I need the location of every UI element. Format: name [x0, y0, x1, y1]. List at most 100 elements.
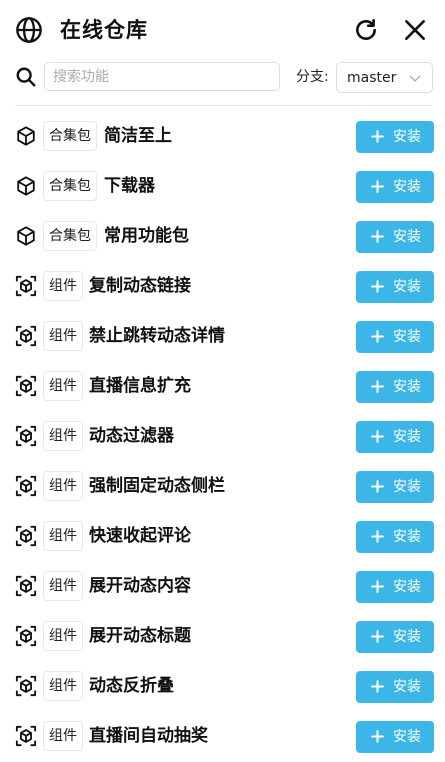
- type-tag: 合集包: [43, 121, 97, 151]
- list-item: 组件 复制动态链接 安装: [0, 262, 445, 312]
- install-label: 安装: [393, 629, 421, 645]
- package-icon: [15, 125, 37, 147]
- component-icon: [15, 325, 37, 347]
- plus-icon: [371, 330, 384, 343]
- install-label: 安装: [393, 679, 421, 695]
- type-tag: 组件: [43, 721, 83, 751]
- plus-icon: [371, 430, 384, 443]
- plus-icon: [371, 680, 384, 693]
- list-item: 合集包 常用功能包 安装: [0, 212, 445, 262]
- list-item: 组件 展开动态标题 安装: [0, 612, 445, 662]
- plus-icon: [371, 280, 384, 293]
- globe-icon: [16, 17, 42, 43]
- plus-icon: [371, 230, 384, 243]
- list-item: 组件 动态过滤器 安装: [0, 412, 445, 462]
- type-tag: 合集包: [43, 221, 97, 251]
- type-tag: 组件: [43, 621, 83, 651]
- install-label: 安装: [393, 579, 421, 595]
- component-icon: [15, 425, 37, 447]
- component-icon: [15, 625, 37, 647]
- install-label: 安装: [393, 379, 421, 395]
- header: 在线仓库: [0, 0, 445, 60]
- item-name: 常用功能包: [104, 226, 189, 246]
- type-tag: 组件: [43, 371, 83, 401]
- item-name: 动态反折叠: [89, 676, 174, 696]
- install-button[interactable]: 安装: [356, 671, 434, 703]
- install-button[interactable]: 安装: [356, 521, 434, 553]
- component-icon: [15, 575, 37, 597]
- type-tag: 组件: [43, 321, 83, 351]
- item-name: 复制动态链接: [89, 276, 191, 296]
- plus-icon: [371, 630, 384, 643]
- type-tag: 组件: [43, 571, 83, 601]
- branch-value: master: [347, 70, 397, 86]
- type-tag: 组件: [43, 671, 83, 701]
- item-name: 快速收起评论: [89, 526, 191, 546]
- list-item: 组件 动态反折叠 安装: [0, 662, 445, 712]
- type-tag: 合集包: [43, 171, 97, 201]
- component-icon: [15, 275, 37, 297]
- install-button[interactable]: 安装: [356, 621, 434, 653]
- item-list: 合集包 简洁至上 安装 合集包 下载器 安装 合集包 常用功能包 安装 组件 复制动态链接 安装 组件禁…: [0, 112, 445, 762]
- page-title: 在线仓库: [60, 18, 148, 42]
- install-label: 安装: [393, 479, 421, 495]
- component-icon: [15, 525, 37, 547]
- search-icon: [16, 67, 36, 87]
- install-button[interactable]: 安装: [356, 321, 434, 353]
- list-item: 组件 展开动态内容 安装: [0, 562, 445, 612]
- chevron-down-icon: [409, 75, 421, 82]
- type-tag: 组件: [43, 271, 83, 301]
- component-icon: [15, 675, 37, 697]
- install-button[interactable]: 安装: [356, 371, 434, 403]
- install-label: 安装: [393, 179, 421, 195]
- item-name: 展开动态内容: [89, 576, 191, 596]
- branch-select[interactable]: master: [336, 62, 433, 93]
- plus-icon: [371, 380, 384, 393]
- list-item: 组件 快速收起评论 安装: [0, 512, 445, 562]
- install-button[interactable]: 安装: [356, 721, 434, 753]
- install-button[interactable]: 安装: [356, 271, 434, 303]
- item-name: 动态过滤器: [89, 426, 174, 446]
- item-name: 强制固定动态侧栏: [89, 476, 225, 496]
- list-item: 组件 直播间自动抽奖 安装: [0, 712, 445, 762]
- plus-icon: [371, 580, 384, 593]
- install-label: 安装: [393, 529, 421, 545]
- list-item: 合集包 简洁至上 安装: [0, 112, 445, 162]
- install-button[interactable]: 安装: [356, 171, 434, 203]
- component-icon: [15, 475, 37, 497]
- install-label: 安装: [393, 429, 421, 445]
- install-label: 安装: [393, 279, 421, 295]
- install-label: 安装: [393, 329, 421, 345]
- plus-icon: [371, 730, 384, 743]
- item-name: 禁止跳转动态详情: [89, 326, 225, 346]
- item-name: 简洁至上: [104, 126, 172, 146]
- plus-icon: [371, 180, 384, 193]
- type-tag: 组件: [43, 421, 83, 451]
- list-item: 组件 禁止跳转动态详情 安装: [0, 312, 445, 362]
- package-icon: [15, 225, 37, 247]
- list-item: 合集包 下载器 安装: [0, 162, 445, 212]
- install-button[interactable]: 安装: [356, 471, 434, 503]
- plus-icon: [371, 530, 384, 543]
- plus-icon: [371, 130, 384, 143]
- install-button[interactable]: 安装: [356, 571, 434, 603]
- list-item: 组件 直播信息扩充 安装: [0, 362, 445, 412]
- install-label: 安装: [393, 129, 421, 145]
- install-button[interactable]: 安装: [356, 221, 434, 253]
- item-name: 展开动态标题: [89, 626, 191, 646]
- type-tag: 组件: [43, 471, 83, 501]
- refresh-icon[interactable]: [353, 17, 379, 43]
- install-label: 安装: [393, 229, 421, 245]
- search-input[interactable]: [44, 62, 280, 91]
- branch-label: 分支:: [296, 69, 329, 85]
- item-name: 下载器: [104, 176, 155, 196]
- close-icon[interactable]: [402, 17, 428, 43]
- package-icon: [15, 175, 37, 197]
- plus-icon: [371, 480, 384, 493]
- type-tag: 组件: [43, 521, 83, 551]
- item-name: 直播间自动抽奖: [89, 726, 208, 746]
- install-button[interactable]: 安装: [356, 121, 434, 153]
- list-item: 组件 强制固定动态侧栏 安装: [0, 462, 445, 512]
- install-button[interactable]: 安装: [356, 421, 434, 453]
- component-icon: [15, 725, 37, 747]
